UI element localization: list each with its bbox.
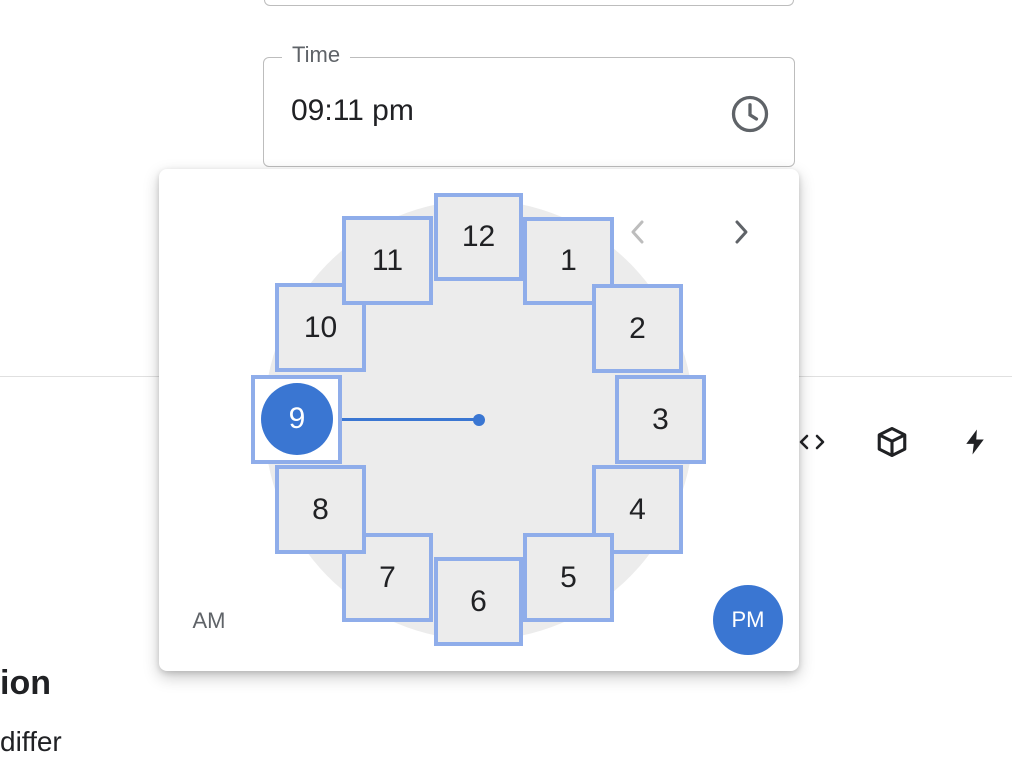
pm-button[interactable]: PM xyxy=(713,585,783,655)
hour-3[interactable]: 3 xyxy=(615,375,706,464)
time-field[interactable]: Time 09:11 pm xyxy=(263,42,795,167)
body-text: differ xyxy=(0,726,62,757)
section-heading: ion xyxy=(0,664,51,702)
chevron-left-icon[interactable] xyxy=(618,212,658,252)
hour-11[interactable]: 11 xyxy=(342,216,433,305)
am-button[interactable]: AM xyxy=(175,601,243,641)
hour-8[interactable]: 8 xyxy=(275,465,366,554)
hour-9[interactable] xyxy=(251,375,342,464)
clock-center xyxy=(473,414,485,426)
time-field-value[interactable]: 09:11 pm xyxy=(291,94,414,128)
cube-icon[interactable] xyxy=(872,422,912,462)
hour-5[interactable]: 5 xyxy=(523,533,614,622)
previous-field[interactable] xyxy=(264,0,794,6)
hour-12[interactable]: 12 xyxy=(434,193,523,281)
clock-icon[interactable] xyxy=(728,92,772,136)
clock-picker: 12 1 2 3 4 5 6 7 8 10 11 9 AM PM xyxy=(159,169,799,671)
hour-2[interactable]: 2 xyxy=(592,284,683,373)
clock-hand xyxy=(331,418,479,421)
chevron-right-icon[interactable] xyxy=(721,212,761,252)
time-field-label: Time xyxy=(282,42,351,68)
hour-6[interactable]: 6 xyxy=(434,557,523,646)
bolt-icon[interactable] xyxy=(955,422,995,462)
